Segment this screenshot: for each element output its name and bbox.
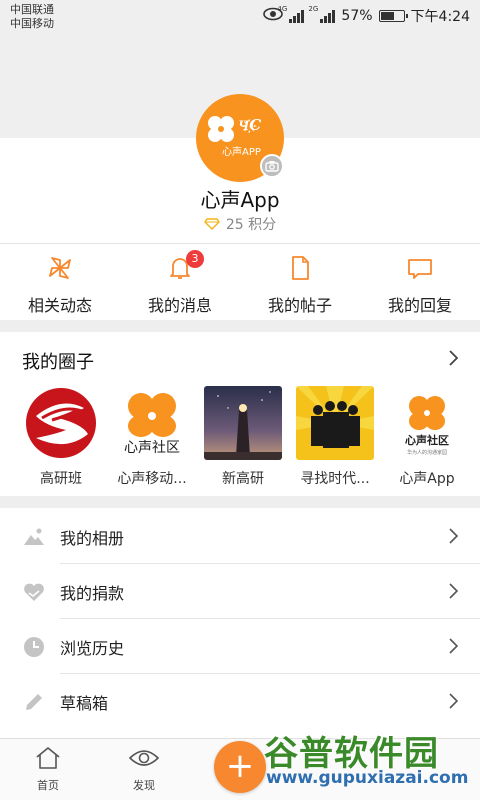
menu-drafts[interactable]: 草稿箱 (0, 675, 480, 729)
circle-thumbnail: 心声社区 华为人的沟通家园 (388, 386, 466, 460)
tab-home[interactable]: 首页 (18, 745, 78, 793)
tab-label: 首页 (37, 779, 59, 792)
menu-label: 我的相册 (60, 529, 125, 548)
circle-item[interactable]: 寻找时代... (296, 386, 374, 488)
status-bar: 中国联通 中国移动 4G 2G 57% 下午4:24 (0, 0, 480, 34)
action-my-replies[interactable]: 我的回复 (360, 244, 480, 320)
pinwheel-icon (49, 257, 71, 279)
signal-2-icon: 2G (308, 5, 336, 23)
battery-percent: 57% (341, 8, 373, 24)
action-label: 我的消息 (147, 296, 212, 315)
chat-bubble-icon (408, 259, 432, 279)
quick-actions: 相关动态 3 我的消息 我的帖子 我的回复 (0, 244, 480, 320)
menu-label: 浏览历史 (60, 639, 125, 658)
svg-text:华为人的沟通家园: 华为人的沟通家园 (407, 449, 447, 456)
menu-browse-history[interactable]: 浏览历史 (0, 620, 480, 674)
menu-label: 草稿箱 (60, 694, 109, 713)
circle-thumbnail (204, 386, 282, 460)
document-icon (292, 256, 309, 280)
svg-text:心声社区: 心声社区 (124, 440, 180, 456)
tab-label: 发现 (133, 779, 155, 792)
circle-thumbnail: 心声社区 (113, 386, 191, 460)
pencil-icon (26, 694, 42, 710)
watermark-logo: 谷普软件园 www.gupuxiazai.com (258, 722, 480, 800)
chevron-right-icon (449, 583, 458, 599)
action-label: 我的回复 (387, 296, 452, 315)
circle-name: 高研班 (40, 471, 82, 487)
donate-heart-icon (24, 583, 44, 601)
circle-item[interactable]: 新高研 (204, 386, 282, 488)
circle-thumbnail (296, 386, 374, 460)
clock-icon (24, 637, 44, 657)
eye-icon (128, 750, 160, 766)
circle-item[interactable]: 心声社区 心声移动... (113, 386, 191, 488)
carrier-2: 中国移动 (10, 17, 54, 30)
clock-time: 下午4:24 (410, 9, 470, 25)
carrier-1: 中国联通 (10, 3, 54, 16)
action-related-feed[interactable]: 相关动态 (0, 244, 120, 320)
circles-section-title: 我的圈子 (22, 352, 94, 373)
menu-label: 我的捐款 (60, 584, 125, 603)
circle-name: 新高研 (222, 471, 264, 487)
action-my-posts[interactable]: 我的帖子 (240, 244, 360, 320)
photo-icon (24, 528, 44, 545)
points-row[interactable]: 25 积分 (0, 214, 480, 234)
camera-icon[interactable] (260, 154, 284, 178)
signal-1-icon: 4G (277, 5, 305, 23)
watermark-url: www.gupuxiazai.com (266, 768, 469, 788)
circle-name: 心声App (399, 471, 455, 487)
diamond-icon (203, 218, 220, 230)
action-label: 相关动态 (27, 296, 92, 315)
chevron-right-icon (449, 638, 458, 654)
chevron-right-icon[interactable] (448, 350, 459, 370)
circle-name: 心声移动... (117, 471, 187, 487)
user-nickname: 心声App (200, 188, 280, 212)
avatar-brand-text: Ч҉C (238, 116, 262, 134)
message-count-badge: 3 (186, 250, 204, 268)
circle-item[interactable]: 心声社区 华为人的沟通家园 心声App (388, 386, 466, 488)
action-label: 我的帖子 (267, 296, 332, 315)
menu-my-donations[interactable]: 我的捐款 (0, 565, 480, 619)
circle-thumbnail (22, 386, 100, 460)
battery-icon (378, 10, 408, 22)
menu-my-album[interactable]: 我的相册 (0, 510, 480, 564)
avatar-sub-text: 心声APP (222, 147, 261, 158)
action-my-messages[interactable]: 3 我的消息 (120, 244, 240, 320)
circle-name: 寻找时代... (300, 471, 370, 487)
home-icon (36, 747, 60, 769)
tab-discover[interactable]: 发现 (114, 745, 174, 793)
circle-item[interactable]: 高研班 (22, 386, 100, 488)
circles-list: 高研班 心声社区 心声移动... 新高研 寻找时代... 心声社区 华为人的沟通… (0, 386, 480, 490)
svg-text:心声社区: 心声社区 (405, 433, 449, 447)
clover-logo-icon (208, 116, 234, 142)
points-text: 25 积分 (225, 217, 277, 233)
chevron-right-icon (449, 528, 458, 544)
chevron-right-icon (449, 693, 458, 709)
